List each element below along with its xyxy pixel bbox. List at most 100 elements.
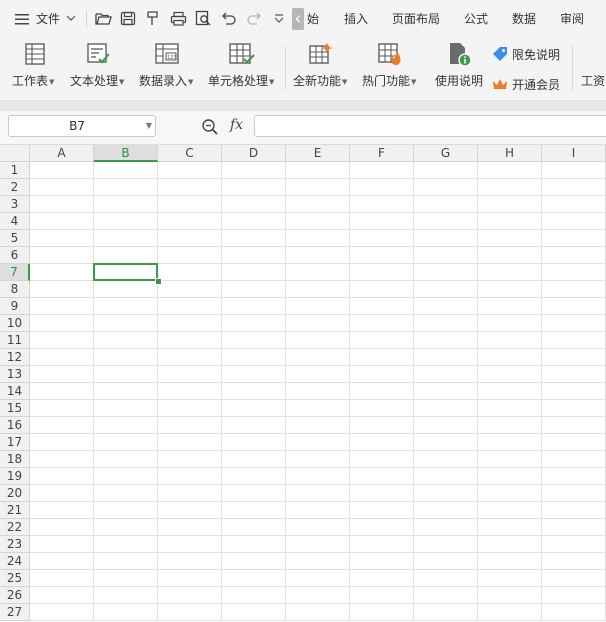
cell[interactable] [478,519,542,536]
cell[interactable] [30,536,94,553]
cell[interactable] [222,196,286,213]
cell[interactable] [478,332,542,349]
cell[interactable] [158,298,222,315]
cell[interactable] [158,349,222,366]
cell[interactable] [478,502,542,519]
cell[interactable] [222,553,286,570]
cell[interactable] [350,213,414,230]
cell[interactable] [94,366,158,383]
cell[interactable] [542,587,606,604]
data-entry-button[interactable]: 123 数据录入▼ [139,38,201,100]
cell[interactable] [478,587,542,604]
row-header[interactable]: 24 [0,553,30,570]
cell[interactable] [222,247,286,264]
cell[interactable] [542,570,606,587]
cell[interactable] [158,400,222,417]
cell[interactable] [542,604,606,621]
cell[interactable] [30,417,94,434]
cell[interactable] [350,315,414,332]
cell[interactable] [542,553,606,570]
cell[interactable] [478,451,542,468]
column-header[interactable]: B [94,145,158,162]
column-header[interactable]: H [478,145,542,162]
cell[interactable] [222,383,286,400]
cell[interactable] [542,332,606,349]
cell[interactable] [94,570,158,587]
row-header[interactable]: 18 [0,451,30,468]
cell[interactable] [286,162,350,179]
cell[interactable] [350,485,414,502]
tab-formulas[interactable]: 公式 [464,0,488,38]
row-header[interactable]: 4 [0,213,30,230]
cell[interactable] [222,281,286,298]
cell[interactable] [350,162,414,179]
cell[interactable] [478,264,542,281]
cell[interactable] [30,281,94,298]
new-features-button[interactable]: 全新功能▼ [293,38,353,100]
name-box[interactable]: B7 ▼ [8,115,156,137]
column-header[interactable]: C [158,145,222,162]
row-header[interactable]: 17 [0,434,30,451]
hamburger-icon[interactable] [14,12,30,26]
cell[interactable] [414,519,478,536]
cell[interactable] [542,400,606,417]
column-header[interactable]: F [350,145,414,162]
cell[interactable] [350,196,414,213]
worksheet-button[interactable]: 工作表▼ [12,38,62,100]
cell[interactable] [158,536,222,553]
cell[interactable] [414,230,478,247]
row-header[interactable]: 16 [0,417,30,434]
cell[interactable] [94,281,158,298]
hot-features-button[interactable]: 热门功能▼ [362,38,422,100]
row-header[interactable]: 27 [0,604,30,621]
cell[interactable] [414,485,478,502]
row-header[interactable]: 26 [0,587,30,604]
cell[interactable] [222,451,286,468]
cell[interactable] [350,332,414,349]
row-header[interactable]: 13 [0,366,30,383]
cell[interactable] [414,400,478,417]
cell[interactable] [30,230,94,247]
cell[interactable] [30,519,94,536]
cell[interactable] [158,179,222,196]
tab-data[interactable]: 数据 [512,0,536,38]
cell[interactable] [30,587,94,604]
zoom-icon[interactable] [201,118,219,136]
cell[interactable] [350,587,414,604]
cell[interactable] [286,281,350,298]
cell[interactable] [414,315,478,332]
formula-input[interactable] [254,115,606,137]
cell[interactable] [222,298,286,315]
cell[interactable] [94,400,158,417]
cell[interactable] [94,179,158,196]
cell[interactable] [158,281,222,298]
cell[interactable] [414,451,478,468]
cell[interactable] [158,247,222,264]
cell[interactable] [94,332,158,349]
cell[interactable] [542,502,606,519]
cell[interactable] [222,434,286,451]
save-icon[interactable] [120,11,136,26]
cell[interactable] [158,451,222,468]
cell[interactable] [158,468,222,485]
cell[interactable] [542,247,606,264]
cell[interactable] [414,281,478,298]
cell[interactable] [30,298,94,315]
cell[interactable] [222,604,286,621]
cell[interactable] [158,162,222,179]
cell[interactable] [158,230,222,247]
cell[interactable] [350,519,414,536]
cell[interactable] [414,417,478,434]
cell[interactable] [350,230,414,247]
customize-toolbar-icon[interactable] [273,13,285,25]
cell[interactable] [94,383,158,400]
cell[interactable] [350,383,414,400]
cell[interactable] [478,247,542,264]
cell[interactable] [222,349,286,366]
cell[interactable] [30,451,94,468]
cell[interactable] [286,451,350,468]
cell[interactable] [94,536,158,553]
cell[interactable] [350,366,414,383]
cell[interactable] [414,502,478,519]
cell[interactable] [94,230,158,247]
